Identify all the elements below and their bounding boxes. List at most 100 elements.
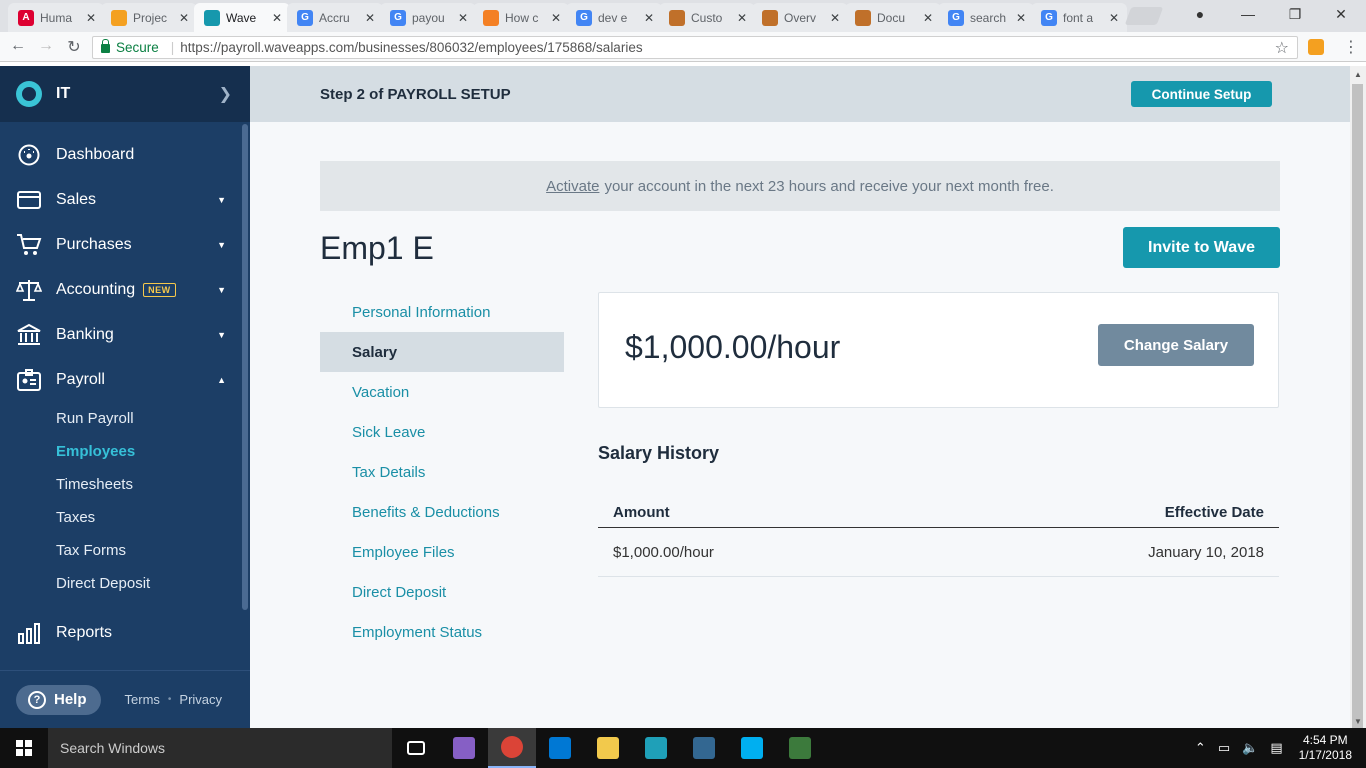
scroll-down-icon[interactable]: ▼ [1350,717,1366,726]
close-tab-icon[interactable]: ✕ [737,11,747,25]
sidebar-subitem-employees[interactable]: Employees [0,435,250,468]
sidebar-scrollbar[interactable] [242,124,248,610]
invite-to-wave-button[interactable]: Invite to Wave [1123,227,1280,268]
promo-text: your account in the next 23 hours and re… [604,177,1054,195]
taskbar-search[interactable]: Search Windows [48,728,392,768]
sidebar-item-reports[interactable]: Reports [0,610,250,655]
subnav-direct-deposit[interactable]: Direct Deposit [320,572,564,612]
close-tab-icon[interactable]: ✕ [644,11,654,25]
sidebar-item-accounting[interactable]: Accounting NEW ▼ [0,267,250,312]
browser-tab[interactable]: Custo ✕ [659,3,755,32]
tab-label: How c [505,10,539,25]
volume-muted-icon[interactable]: 🔈 [1242,740,1258,756]
browser-tab[interactable]: Gdev e ✕ [566,3,662,32]
privacy-link[interactable]: Privacy [179,692,222,707]
chevron-down-icon[interactable]: ▼ [217,285,226,295]
taskbar-app[interactable] [632,728,680,768]
browser-tab[interactable]: G Accru ✕ [287,3,383,32]
chevron-up-icon[interactable]: ▲ [217,375,226,385]
close-tab-icon[interactable]: ✕ [86,11,96,25]
browser-tab[interactable]: Gpayou ✕ [380,3,476,32]
minimize-button[interactable]: — [1238,6,1258,22]
tab-label: Docu [877,10,906,25]
close-tab-icon[interactable]: ✕ [923,11,933,25]
cart-icon [16,233,42,257]
close-window-button[interactable]: ✕ [1331,6,1351,23]
notifications-icon[interactable]: ▤ [1270,740,1282,756]
sidebar-item-dashboard[interactable]: Dashboard [0,132,250,177]
extension-icon[interactable] [1308,39,1324,55]
subnav-employee-files[interactable]: Employee Files [320,532,564,572]
taskbar-app[interactable] [488,728,536,768]
secure-indicator[interactable]: Secure [101,39,159,55]
browser-tab[interactable]: Docu ✕ [845,3,941,32]
salary-card: $1,000.00/hour Change Salary [598,292,1279,408]
sidebar-subitem-taxes[interactable]: Taxes [0,501,250,534]
browser-tab[interactable]: A Huma ✕ [8,3,104,32]
new-tab-button[interactable] [1124,7,1164,25]
browser-tab[interactable]: Wave ✕ [194,3,290,32]
page-scrollbar[interactable]: ▲ ▼ [1350,66,1366,728]
sidebar-item-purchases[interactable]: Purchases ▼ [0,222,250,267]
taskbar-app[interactable] [536,728,584,768]
subnav-vacation[interactable]: Vacation [320,372,564,412]
subnav-employment-status[interactable]: Employment Status [320,612,564,652]
scroll-up-icon[interactable]: ▲ [1350,70,1366,79]
sidebar-subitem-direct-deposit[interactable]: Direct Deposit [0,567,250,600]
subnav-sick-leave[interactable]: Sick Leave [320,412,564,452]
change-salary-button[interactable]: Change Salary [1098,324,1254,366]
close-tab-icon[interactable]: ✕ [1016,11,1026,25]
activate-link[interactable]: Activate [546,178,599,195]
close-tab-icon[interactable]: ✕ [365,11,375,25]
restore-button[interactable]: ❐ [1285,6,1305,23]
close-tab-icon[interactable]: ✕ [551,11,561,25]
browser-tab[interactable]: Gfont a ✕ [1031,3,1127,32]
close-tab-icon[interactable]: ✕ [1109,11,1119,25]
footer-dot: • [167,694,172,705]
chevron-up-icon[interactable]: ⌃ [1195,740,1206,756]
taskbar-app[interactable] [776,728,824,768]
browser-menu-icon[interactable]: ⋮ [1343,37,1359,57]
visual-studio-icon [453,737,475,759]
sidebar-subitem-timesheets[interactable]: Timesheets [0,468,250,501]
close-tab-icon[interactable]: ✕ [179,11,189,25]
sidebar-item-payroll[interactable]: Payroll ▲ [0,357,250,402]
profile-icon[interactable]: ● [1190,6,1210,22]
help-button[interactable]: ? Help [16,684,101,715]
browser-tab[interactable]: Projec ✕ [101,3,197,32]
taskbar-app[interactable] [728,728,776,768]
chevron-down-icon[interactable]: ▼ [217,195,226,205]
browser-tab[interactable]: Overv ✕ [752,3,848,32]
taskbar-app[interactable] [392,728,440,768]
terms-link[interactable]: Terms [125,692,160,707]
start-button[interactable] [0,728,48,768]
sidebar-subitem-run-payroll[interactable]: Run Payroll [0,402,250,435]
back-button[interactable]: ← [8,37,28,55]
sidebar-subitem-tax-forms[interactable]: Tax Forms [0,534,250,567]
network-icon[interactable]: ▭ [1218,740,1230,756]
sidebar-item-sales[interactable]: Sales ▼ [0,177,250,222]
browser-tab[interactable]: How c ✕ [473,3,569,32]
close-tab-icon[interactable]: ✕ [272,11,282,25]
subnav-personal-information[interactable]: Personal Information [320,292,564,332]
chevron-down-icon[interactable]: ▼ [217,240,226,250]
taskbar-app[interactable] [584,728,632,768]
continue-setup-button[interactable]: Continue Setup [1131,81,1272,107]
taskbar-app[interactable] [680,728,728,768]
business-switcher[interactable]: IT ❯ [0,66,250,122]
sidebar-item-banking[interactable]: Banking ▼ [0,312,250,357]
reload-button[interactable]: ↻ [64,37,84,57]
close-tab-icon[interactable]: ✕ [458,11,468,25]
taskbar-clock[interactable]: 4:54 PM 1/17/2018 [1299,733,1352,763]
subnav-salary[interactable]: Salary [320,332,564,372]
browser-tab[interactable]: Gsearch ✕ [938,3,1034,32]
url-field[interactable]: Secure | https://payroll.waveapps.com/bu… [92,36,1298,59]
chevron-down-icon[interactable]: ▼ [217,330,226,340]
forward-button[interactable]: → [36,37,56,55]
page-scrollbar-thumb[interactable] [1352,84,1363,728]
subnav-tax-details[interactable]: Tax Details [320,452,564,492]
bookmark-star-icon[interactable]: ☆ [1275,38,1289,58]
subnav-benefits-deductions[interactable]: Benefits & Deductions [320,492,564,532]
taskbar-app[interactable] [440,728,488,768]
close-tab-icon[interactable]: ✕ [830,11,840,25]
